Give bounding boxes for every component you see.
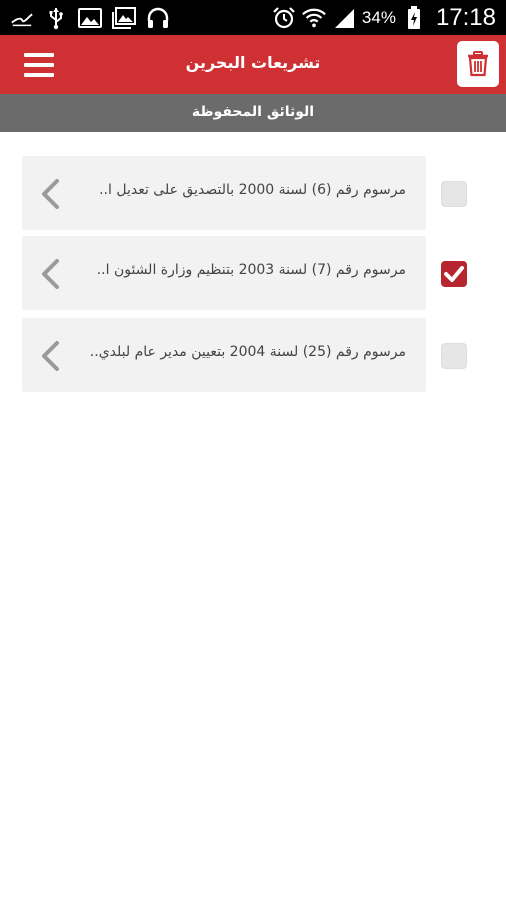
- document-card[interactable]: مرسوم رقم (6) لسنة 2000 بالتصديق على تعد…: [22, 156, 426, 230]
- clock: 17:18: [435, 3, 496, 31]
- list-item: مرسوم رقم (25) لسنة 2004 بتعيين مدير عام…: [0, 318, 506, 394]
- document-title: مرسوم رقم (25) لسنة 2004 بتعيين مدير عام…: [89, 344, 406, 360]
- app-title: تشريعات البحرين: [185, 53, 321, 72]
- alarm-icon: [272, 6, 296, 30]
- headphones-icon: [146, 6, 170, 30]
- status-bar: 34% 17:18: [0, 0, 506, 35]
- usb-icon: [44, 6, 68, 30]
- document-title: مرسوم رقم (6) لسنة 2000 بالتصديق على تعد…: [99, 182, 406, 198]
- list-item: مرسوم رقم (7) لسنة 2003 بتنظيم وزارة الش…: [0, 236, 506, 312]
- wifi-icon: [302, 6, 326, 30]
- system-icons: 34% 17:18: [272, 3, 496, 32]
- section-header: الوثائق المحفوظة: [0, 94, 506, 132]
- signature-icon: [10, 6, 34, 30]
- signal-icon: [332, 6, 356, 30]
- checkmark-icon: [444, 266, 464, 282]
- chevron-left-icon: [42, 179, 59, 209]
- section-title: الوثائق المحفوظة: [191, 104, 315, 120]
- notification-icons: [10, 4, 170, 31]
- chevron-left-icon: [42, 259, 59, 289]
- document-checkbox[interactable]: [441, 181, 467, 207]
- image-icon: [78, 6, 102, 30]
- document-checkbox-checked[interactable]: [441, 261, 467, 287]
- battery-charging-icon: [402, 5, 426, 30]
- trash-icon: [468, 51, 488, 77]
- app-bar: تشريعات البحرين: [0, 35, 506, 94]
- document-card[interactable]: مرسوم رقم (25) لسنة 2004 بتعيين مدير عام…: [22, 318, 426, 392]
- chevron-left-icon: [42, 341, 59, 371]
- document-checkbox[interactable]: [441, 343, 467, 369]
- hamburger-icon-line: [24, 73, 54, 77]
- document-card[interactable]: مرسوم رقم (7) لسنة 2003 بتنظيم وزارة الش…: [22, 236, 426, 310]
- delete-button[interactable]: [457, 41, 499, 87]
- list-item: مرسوم رقم (6) لسنة 2000 بالتصديق على تعد…: [0, 156, 506, 232]
- document-title: مرسوم رقم (7) لسنة 2003 بتنظيم وزارة الش…: [96, 262, 406, 278]
- battery-percent: 34%: [361, 7, 396, 27]
- gallery-icon: [112, 6, 136, 30]
